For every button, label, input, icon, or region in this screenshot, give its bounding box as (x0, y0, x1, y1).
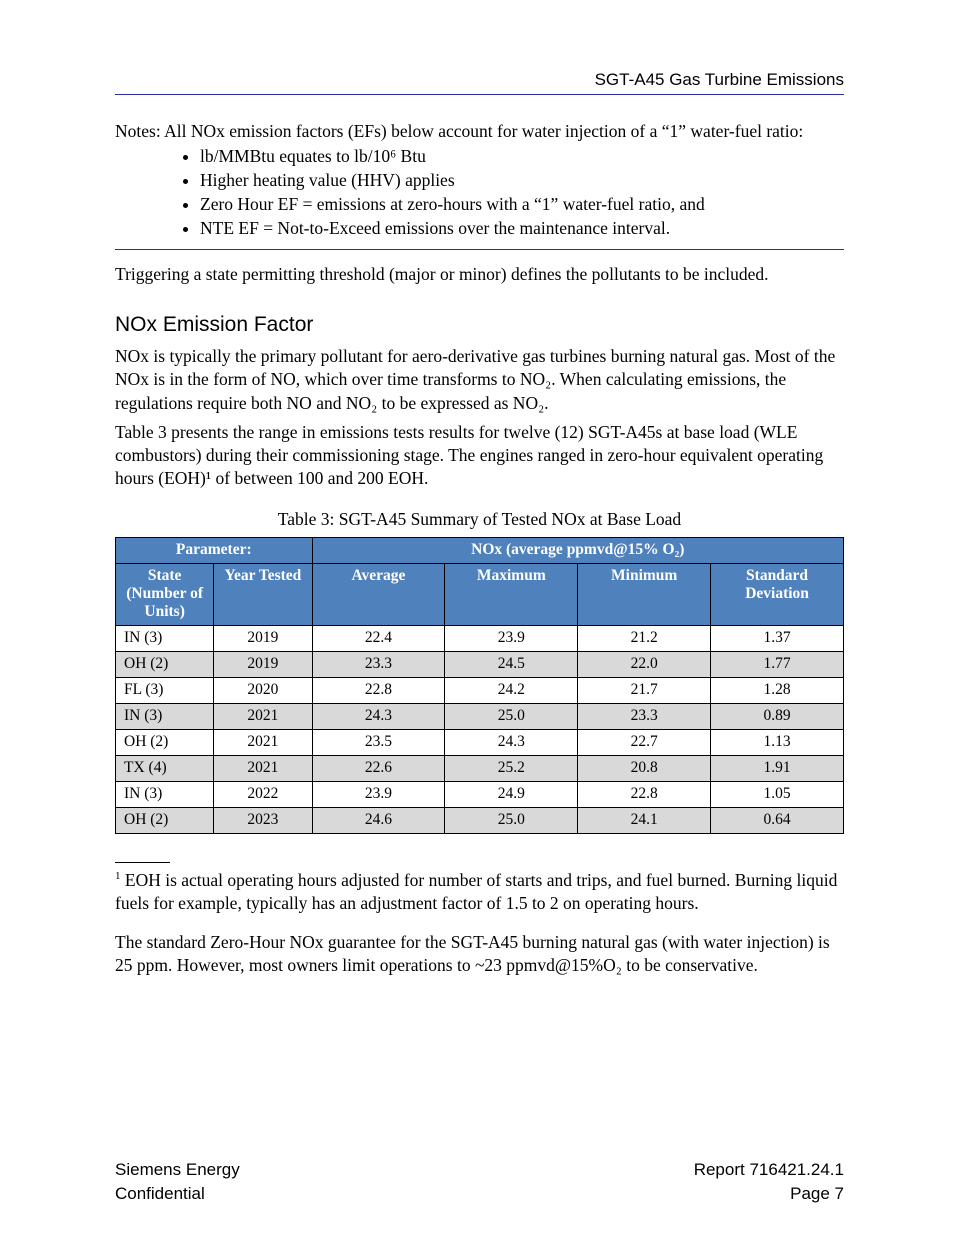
table-row: FL (3)202022.824.221.71.28 (116, 678, 844, 704)
table-row: IN (3)202223.924.922.81.05 (116, 782, 844, 808)
table-row: TX (4)202122.625.220.81.91 (116, 756, 844, 782)
paragraph-2: Table 3 presents the range in emissions … (115, 421, 844, 490)
header-rule (115, 94, 844, 95)
table-header-row-1: Parameter: NOx (average ppmvd@15% O₂) (116, 538, 844, 564)
notes-list: lb/MMBtu equates to lb/10⁶ Btu Higher he… (115, 146, 844, 240)
notes-block: Notes: All NOx emission factors (EFs) be… (115, 121, 844, 239)
notes-item: Higher heating value (HHV) applies (200, 170, 844, 192)
footer-right: Report 716421.24.1 (694, 1160, 844, 1180)
running-header: SGT-A45 Gas Turbine Emissions (115, 70, 844, 90)
footnote-rule (115, 862, 170, 863)
paragraph-1: NOx is typically the primary pollutant f… (115, 345, 844, 414)
section-heading: NOx Emission Factor (115, 313, 844, 337)
table-wrap: Table 3: SGT-A45 Summary of Tested NOx a… (115, 508, 844, 834)
page: SGT-A45 Gas Turbine Emissions Notes: All… (0, 0, 954, 1235)
nox-table: Parameter: NOx (average ppmvd@15% O₂) St… (115, 537, 844, 834)
notes-intro-text: All NOx emission factors (EFs) below acc… (164, 121, 803, 141)
hdr-parameter: Parameter: (116, 538, 313, 564)
footnote-text: EOH is actual operating hours adjusted f… (115, 870, 837, 913)
footer-row-1: Siemens Energy Report 716421.24.1 (115, 1160, 844, 1180)
table-row: OH (2)201923.324.522.01.77 (116, 652, 844, 678)
paragraph-2-body: presents the range in emissions tests re… (115, 422, 823, 488)
table-row: IN (3)201922.423.921.21.37 (116, 626, 844, 652)
hdr-min: Minimum (578, 564, 711, 626)
notes-item: Zero Hour EF = emissions at zero-hours w… (200, 194, 844, 216)
table-ref: Table 3 (115, 422, 167, 442)
section-rule (115, 249, 844, 250)
table-caption: Table 3: SGT-A45 Summary of Tested NOx a… (115, 508, 844, 531)
footer-row-2: Confidential Page 7 (115, 1184, 844, 1204)
hdr-nox: NOx (average ppmvd@15% O₂) (312, 538, 843, 564)
notes-intro-prefix: Notes: (115, 121, 164, 141)
table-body: IN (3)201922.423.921.21.37 OH (2)201923.… (116, 626, 844, 834)
table-row: OH (2)202123.524.322.71.13 (116, 730, 844, 756)
paragraph-after-table: The standard Zero-Hour NOx guarantee for… (115, 931, 844, 977)
table-header-row-2: State (Number of Units) Year Tested Aver… (116, 564, 844, 626)
hdr-state: State (Number of Units) (116, 564, 214, 626)
footer-left2: Confidential (115, 1184, 205, 1204)
hdr-avg: Average (312, 564, 445, 626)
hdr-sd: Standard Deviation (711, 564, 844, 626)
footer-page: Page 7 (790, 1184, 844, 1204)
table-row: OH (2)202324.625.024.10.64 (116, 808, 844, 834)
hdr-year: Year Tested (214, 564, 312, 626)
hdr-max: Maximum (445, 564, 578, 626)
footer-left: Siemens Energy (115, 1160, 240, 1180)
notes-intro: Notes: All NOx emission factors (EFs) be… (115, 121, 844, 143)
table-row: IN (3)202124.325.023.30.89 (116, 704, 844, 730)
notes-item: NTE EF = Not-to-Exceed emissions over th… (200, 218, 844, 240)
notes-item: lb/MMBtu equates to lb/10⁶ Btu (200, 146, 844, 168)
footnote-block: 1 EOH is actual operating hours adjusted… (115, 846, 844, 915)
trigger-paragraph: Triggering a state permitting threshold … (115, 264, 844, 285)
